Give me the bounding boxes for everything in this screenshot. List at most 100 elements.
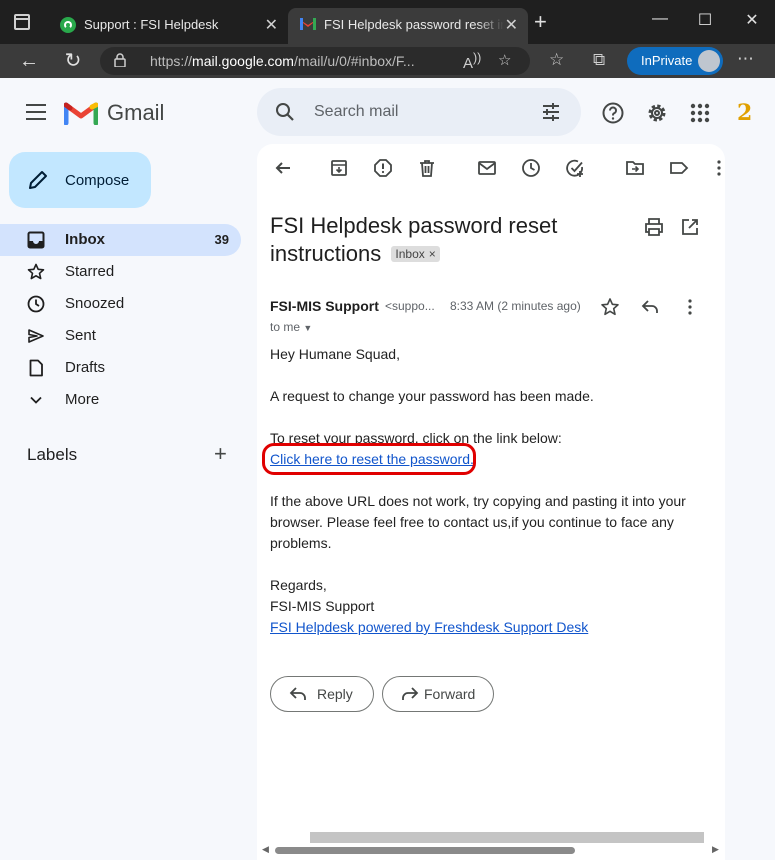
body-line: If the above URL does not work, try copy… (270, 493, 686, 551)
search-icon[interactable] (275, 102, 295, 122)
address-bar: ← ↻ https://mail.google.com/mail/u/0/#in… (0, 44, 775, 78)
search-input[interactable]: Search mail (314, 103, 398, 121)
compose-label: Compose (65, 172, 130, 189)
close-window-icon[interactable]: ✕ (740, 10, 764, 30)
scroll-right-icon[interactable]: ▶ (712, 844, 719, 855)
body-line: A request to change your password has be… (270, 388, 594, 404)
google-apps-icon[interactable] (688, 101, 712, 125)
horizontal-scrollbar-thumb[interactable] (275, 847, 575, 854)
inner-horizontal-scrollbar[interactable] (310, 832, 704, 843)
scroll-left-icon[interactable]: ◀ (262, 844, 269, 855)
label-icon[interactable] (669, 158, 689, 178)
close-tab-icon[interactable]: ✕ (505, 15, 518, 35)
search-options-icon[interactable] (541, 102, 561, 122)
signature: FSI-MIS Support (270, 598, 375, 614)
tab-title: FSI Helpdesk password reset inst (324, 17, 504, 32)
chevron-down-icon[interactable]: ▼ (303, 323, 312, 333)
greeting: Hey Humane Squad, (270, 346, 400, 362)
more-vert-icon[interactable] (709, 158, 729, 178)
sidebar-item-label: More (65, 391, 100, 408)
add-task-icon[interactable] (565, 158, 585, 178)
freshdesk-footer-link[interactable]: FSI Helpdesk powered by Freshdesk Suppor… (270, 619, 588, 635)
star-icon (27, 263, 45, 280)
star-message-icon[interactable] (600, 297, 620, 317)
sidebar-item-label: Sent (65, 327, 96, 344)
inprivate-label: InPrivate (641, 53, 693, 68)
sidebar-item-more[interactable]: More (0, 384, 241, 416)
snooze-icon[interactable] (521, 158, 541, 178)
signature-block: Regards, FSI-MIS Support FSI Helpdesk po… (270, 575, 710, 638)
regards: Regards, (270, 577, 327, 593)
lock-icon (114, 53, 126, 67)
close-tab-icon[interactable]: ✕ (265, 15, 278, 35)
window-menu-icon[interactable] (14, 14, 30, 30)
draft-file-icon (29, 359, 43, 377)
search-bar[interactable]: Search mail (257, 88, 581, 136)
message-time: 8:33 AM (2 minutes ago) (450, 299, 581, 313)
back-arrow-icon[interactable] (273, 158, 293, 178)
recipient-details[interactable]: to me ▼ (270, 320, 312, 334)
tab-title: Support : FSI Helpdesk (84, 17, 219, 32)
forward-icon (402, 687, 419, 700)
open-in-new-window-icon[interactable] (680, 217, 700, 237)
inprivate-badge[interactable]: InPrivate (627, 47, 723, 75)
sender-name: FSI-MIS Support (270, 298, 379, 314)
sidebar-item-label: Snoozed (65, 295, 125, 312)
add-favorite-icon[interactable]: ☆ (498, 51, 511, 69)
inbox-label-badge: Inbox × (391, 246, 440, 262)
sidebar-item-label: Drafts (65, 359, 106, 376)
delete-icon[interactable] (417, 158, 437, 178)
inbox-icon (27, 231, 45, 249)
forward-label: Forward (424, 686, 476, 702)
sidebar-item-label: Inbox (65, 231, 105, 248)
add-label-icon[interactable]: + (214, 441, 227, 467)
message-panel: FSI Helpdesk password reset instructions… (257, 144, 725, 860)
email-body: Hey Humane Squad, A request to change yo… (262, 344, 710, 659)
url-text: https://mail.google.com/mail/u/0/#inbox/… (150, 53, 415, 69)
refresh-icon[interactable]: ↻ (60, 48, 86, 74)
sidebar-item-snoozed[interactable]: Snoozed (0, 288, 241, 320)
sender-email: <suppo... (385, 299, 435, 313)
sidebar-item-sent[interactable]: Sent (0, 320, 241, 352)
reply-label: Reply (317, 686, 353, 702)
favorites-icon[interactable]: ☆ (549, 50, 564, 70)
body-line-with-link: To reset your password, click on the lin… (262, 428, 710, 475)
settings-gear-icon[interactable] (645, 101, 669, 125)
archive-icon[interactable] (329, 158, 349, 178)
gmail-favicon-icon (300, 18, 316, 30)
clock-icon (27, 295, 45, 313)
maximize-icon[interactable]: ☐ (693, 10, 717, 30)
remove-label-icon[interactable]: × (429, 247, 436, 261)
sidebar-item-drafts[interactable]: Drafts (0, 352, 241, 384)
compose-button[interactable]: Compose (9, 152, 151, 208)
url-field[interactable]: https://mail.google.com/mail/u/0/#inbox/… (100, 47, 530, 75)
pencil-icon (29, 171, 47, 189)
help-icon[interactable] (601, 101, 625, 125)
back-icon[interactable]: ← (16, 48, 42, 74)
sidebar-item-inbox[interactable]: Inbox 39 (0, 224, 241, 256)
sidebar-item-label: Starred (65, 263, 115, 280)
collections-icon[interactable]: ⧉ (593, 50, 605, 70)
reply-button[interactable]: Reply (270, 676, 374, 712)
move-to-icon[interactable] (625, 158, 645, 178)
account-avatar[interactable]: 2 (737, 100, 752, 126)
read-aloud-icon[interactable]: A)) (463, 51, 481, 72)
minimize-icon[interactable]: — (648, 10, 672, 28)
reply-icon[interactable] (640, 297, 660, 317)
reset-link-container: Click here to reset the password. (262, 443, 476, 475)
new-tab-icon[interactable]: + (534, 11, 547, 33)
tab-support-fsi-helpdesk[interactable]: Support : FSI Helpdesk ✕ (48, 8, 288, 44)
sidebar-item-starred[interactable]: Starred (0, 256, 241, 288)
message-more-icon[interactable] (680, 297, 700, 317)
report-spam-icon[interactable] (373, 158, 393, 178)
email-subject: FSI Helpdesk password reset instructions… (270, 212, 590, 268)
profile-avatar (698, 50, 720, 72)
main-menu-icon[interactable] (26, 104, 46, 120)
more-options-icon[interactable]: ⋯ (737, 49, 754, 69)
browser-titlebar: Support : FSI Helpdesk ✕ FSI Helpdesk pa… (0, 0, 775, 44)
print-icon[interactable] (644, 217, 664, 237)
chevron-down-icon (30, 396, 42, 404)
tab-gmail-active[interactable]: FSI Helpdesk password reset inst ✕ (288, 8, 528, 44)
forward-button[interactable]: Forward (382, 676, 494, 712)
mark-unread-icon[interactable] (477, 158, 497, 178)
